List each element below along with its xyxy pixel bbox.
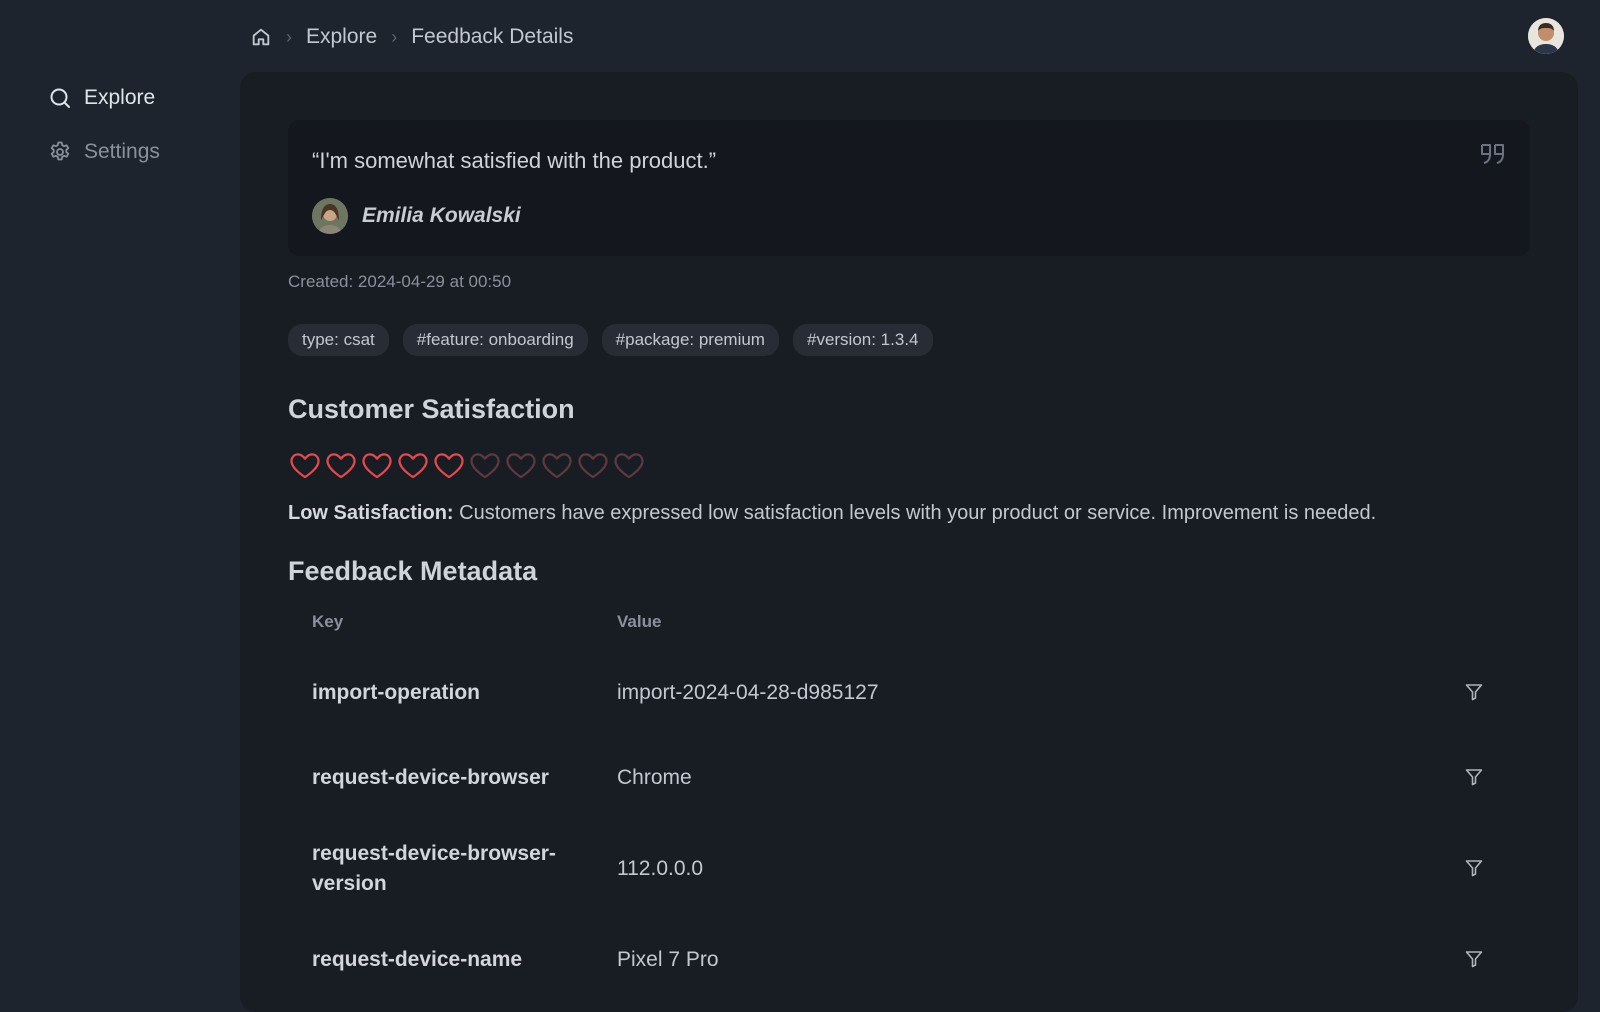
tag[interactable]: type: csat [288, 324, 389, 356]
heart-empty-icon [614, 453, 644, 479]
section-title-metadata: Feedback Metadata [288, 556, 538, 586]
filter-icon[interactable] [1464, 949, 1486, 971]
column-header-value: Value [617, 612, 662, 631]
section-title-satisfaction: Customer Satisfaction [288, 394, 575, 424]
sidebar-item-label: Settings [84, 140, 160, 163]
created-timestamp: Created: 2024-04-29 at 00:50 [288, 272, 512, 291]
author-avatar [312, 198, 348, 234]
metadata-value: Chrome [617, 766, 692, 789]
main-panel: “I'm somewhat satisfied with the product… [240, 72, 1578, 1012]
breadcrumb: › Explore › Feedback Details [250, 22, 573, 52]
chevron-right-icon: › [286, 26, 292, 47]
tag-list: type: csat #feature: onboarding #package… [288, 324, 933, 356]
satisfaction-label: Low Satisfaction: [288, 502, 454, 524]
metadata-key: request-device-name [312, 948, 523, 971]
sidebar-item-settings[interactable]: Settings [48, 140, 160, 164]
filter-icon[interactable] [1464, 767, 1486, 789]
chevron-right-icon: › [391, 26, 398, 47]
breadcrumb-current: Feedback Details [411, 25, 574, 48]
heart-filled-icon [326, 453, 356, 479]
metadata-key: import-operation [312, 681, 480, 704]
tag[interactable]: #feature: onboarding [402, 324, 588, 356]
filter-icon[interactable] [1464, 858, 1486, 880]
sidebar-item-label: Explore [84, 86, 156, 109]
metadata-value: Pixel 7 Pro [617, 948, 719, 971]
heart-empty-icon [578, 453, 608, 479]
user-avatar[interactable] [1528, 18, 1564, 54]
heart-empty-icon [470, 453, 500, 479]
search-icon [50, 88, 70, 108]
metadata-value: import-2024-04-28-d985127 [617, 681, 879, 704]
quote-icon [1480, 142, 1506, 171]
heart-filled-icon [290, 453, 320, 479]
home-icon[interactable] [250, 26, 272, 48]
feedback-quote: “I'm somewhat satisfied with the product… [312, 148, 717, 173]
feedback-author: Emilia Kowalski [312, 198, 521, 234]
column-header-key: Key [312, 612, 344, 631]
heart-filled-icon [362, 453, 392, 479]
author-name: Emilia Kowalski [362, 204, 521, 227]
satisfaction-description: Low Satisfaction: Customers have express… [288, 502, 1376, 525]
heart-filled-icon [434, 453, 464, 479]
satisfaction-text: Customers have expressed low satisfactio… [453, 502, 1377, 524]
tag[interactable]: #version: 1.3.4 [792, 324, 933, 356]
heart-empty-icon [506, 453, 536, 479]
heart-filled-icon [398, 453, 428, 479]
tag[interactable]: #package: premium [601, 324, 779, 356]
sidebar-item-explore[interactable]: Explore [48, 86, 155, 110]
feedback-quote-card: “I'm somewhat satisfied with the product… [288, 120, 1530, 256]
heart-empty-icon [542, 453, 572, 479]
breadcrumb-explore[interactable]: Explore [306, 25, 377, 49]
gear-icon [50, 141, 70, 161]
metadata-key: request-device-browser [312, 766, 549, 789]
metadata-key: request-device-browser-version [312, 842, 556, 895]
satisfaction-rating [288, 448, 646, 482]
filter-icon[interactable] [1464, 682, 1486, 704]
metadata-value: 112.0.0.0 [617, 857, 704, 880]
sidebar: Explore Settings [0, 0, 240, 1000]
